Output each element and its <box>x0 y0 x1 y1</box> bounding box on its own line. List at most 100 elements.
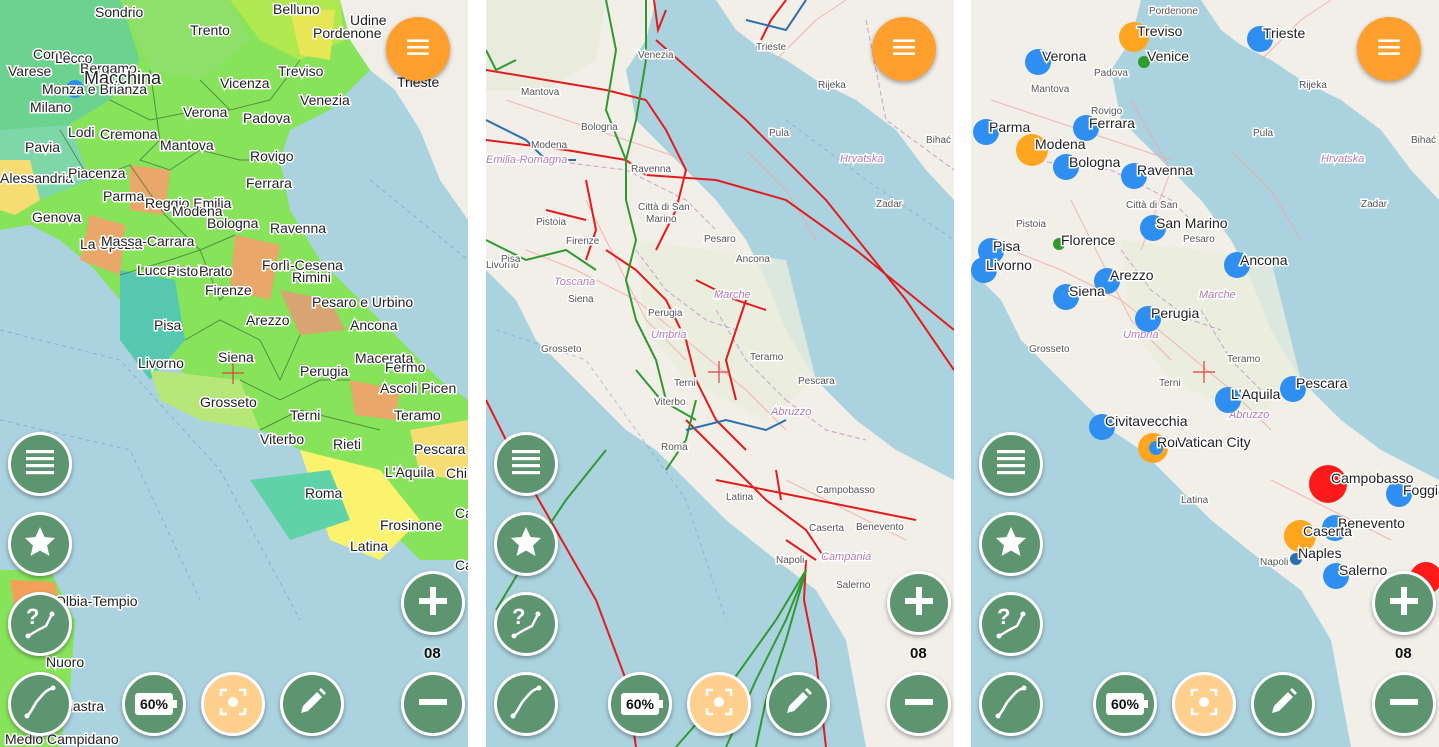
svg-text:Bologna: Bologna <box>1069 154 1121 170</box>
svg-text:?: ? <box>997 604 1010 629</box>
svg-text:Piacenza: Piacenza <box>68 165 126 181</box>
svg-text:Campobasso: Campobasso <box>816 485 875 496</box>
svg-text:Rovigo: Rovigo <box>250 148 294 164</box>
svg-text:Roma: Roma <box>661 442 688 453</box>
map-panel-poi[interactable]: Pordenone Hrvatska Rijeka Pula Bihać Zad… <box>971 0 1439 747</box>
svg-text:San Marino: San Marino <box>1156 215 1228 231</box>
svg-text:Arezzo: Arezzo <box>246 312 290 328</box>
svg-text:Cremona: Cremona <box>100 126 158 142</box>
province-map[interactable]: Sondrio Belluno Udine Trento Pordenone C… <box>0 0 468 747</box>
menu-fab-button[interactable] <box>872 17 936 81</box>
hamburger-icon <box>405 34 431 65</box>
track-button[interactable] <box>8 672 72 736</box>
zoom-out-button[interactable] <box>1372 672 1436 736</box>
favorites-button[interactable] <box>494 512 558 576</box>
route-help-button[interactable]: ? <box>8 592 72 656</box>
svg-text:Teramo: Teramo <box>750 352 784 363</box>
svg-text:Napoli: Napoli <box>1260 557 1288 568</box>
svg-text:Ancona: Ancona <box>1240 252 1288 268</box>
svg-text:Abruzzo: Abruzzo <box>770 406 811 418</box>
menu-fab-button[interactable] <box>386 17 450 81</box>
svg-text:Rijeka: Rijeka <box>818 80 846 91</box>
svg-text:Pordenone: Pordenone <box>313 25 382 41</box>
svg-text:Mantova: Mantova <box>1031 84 1070 95</box>
svg-text:Mantova: Mantova <box>160 137 214 153</box>
battery-button[interactable]: 60% <box>122 672 186 736</box>
map-panel-railways[interactable]: Venezia Trieste Rijeka Pula Hrvatska Bih… <box>486 0 954 747</box>
svg-text:Siena: Siena <box>218 349 254 365</box>
svg-text:Bologna: Bologna <box>581 122 618 133</box>
route-help-button[interactable]: ? <box>979 592 1043 656</box>
svg-text:Massa-Carrara: Massa-Carrara <box>101 233 195 249</box>
svg-text:Ravenna: Ravenna <box>631 164 671 175</box>
zoom-out-button[interactable] <box>887 672 951 736</box>
zoom-in-button[interactable] <box>1372 571 1436 635</box>
svg-text:Frosinone: Frosinone <box>380 517 442 533</box>
favorites-button[interactable] <box>8 512 72 576</box>
svg-text:Florence: Florence <box>1061 232 1116 248</box>
svg-text:Pescara: Pescara <box>1296 375 1348 391</box>
svg-text:Caserta: Caserta <box>1303 523 1352 539</box>
svg-text:Caserta: Caserta <box>809 523 844 534</box>
svg-text:Siena: Siena <box>568 294 594 305</box>
svg-text:Salerno: Salerno <box>1339 562 1387 578</box>
hamburger-icon <box>1376 34 1402 65</box>
svg-text:Padova: Padova <box>243 110 291 126</box>
svg-text:Città di San: Città di San <box>1126 200 1178 211</box>
layers-button[interactable] <box>8 432 72 496</box>
svg-text:Alessandria: Alessandria <box>0 170 73 186</box>
poi-map[interactable]: Pordenone Hrvatska Rijeka Pula Bihać Zad… <box>971 0 1439 747</box>
svg-text:Zadar: Zadar <box>1361 199 1388 210</box>
pencil-icon <box>778 682 818 727</box>
svg-text:Pisa: Pisa <box>993 238 1020 254</box>
zoom-in-button[interactable] <box>887 571 951 635</box>
svg-text:Treviso: Treviso <box>278 63 324 79</box>
svg-text:Pesaro e Urbino: Pesaro e Urbino <box>312 294 413 310</box>
zoom-out-button[interactable] <box>401 672 465 736</box>
svg-text:Bihać: Bihać <box>1411 135 1436 146</box>
svg-text:Sondrio: Sondrio <box>95 4 143 20</box>
locate-button[interactable] <box>1172 672 1236 736</box>
zoom-in-button[interactable] <box>401 571 465 635</box>
locate-button[interactable] <box>201 672 265 736</box>
track-button[interactable] <box>494 672 558 736</box>
svg-text:Siena: Siena <box>1069 283 1105 299</box>
layers-icon <box>506 442 546 487</box>
svg-text:Monza e Brianza: Monza e Brianza <box>42 81 147 97</box>
question-route-icon: ? <box>506 602 546 647</box>
svg-text:Chi: Chi <box>446 465 467 481</box>
svg-text:Pavia: Pavia <box>25 139 60 155</box>
svg-text:Vatican City: Vatican City <box>1177 434 1251 450</box>
svg-text:Parma: Parma <box>989 119 1030 135</box>
hamburger-icon <box>891 34 917 65</box>
edit-button[interactable] <box>1251 672 1315 736</box>
svg-text:Vicenza: Vicenza <box>220 75 270 91</box>
battery-button[interactable]: 60% <box>608 672 672 736</box>
layers-button[interactable] <box>979 432 1043 496</box>
battery-button[interactable]: 60% <box>1093 672 1157 736</box>
svg-text:Verona: Verona <box>1042 48 1087 64</box>
svg-text:Terni: Terni <box>290 407 320 423</box>
svg-text:Viterbo: Viterbo <box>654 397 686 408</box>
layers-button[interactable] <box>494 432 558 496</box>
svg-text:Emilia-Romagna: Emilia-Romagna <box>486 154 567 166</box>
menu-fab-button[interactable] <box>1357 17 1421 81</box>
pencil-icon <box>292 682 332 727</box>
svg-text:Rieti: Rieti <box>333 436 361 452</box>
svg-text:Pula: Pula <box>1253 128 1273 139</box>
edit-button[interactable] <box>766 672 830 736</box>
railway-map[interactable]: Venezia Trieste Rijeka Pula Hrvatska Bih… <box>486 0 954 747</box>
svg-text:Genova: Genova <box>32 209 81 225</box>
edit-button[interactable] <box>280 672 344 736</box>
star-icon <box>20 522 60 567</box>
svg-text:Perugia: Perugia <box>300 363 348 379</box>
svg-text:Venezia: Venezia <box>638 50 674 61</box>
svg-text:Trieste: Trieste <box>1263 25 1305 41</box>
route-help-button[interactable]: ? <box>494 592 558 656</box>
svg-text:Ancona: Ancona <box>350 317 398 333</box>
locate-button[interactable] <box>687 672 751 736</box>
favorites-button[interactable] <box>979 512 1043 576</box>
svg-text:Prato: Prato <box>199 263 233 279</box>
map-panel-provinces[interactable]: Sondrio Belluno Udine Trento Pordenone C… <box>0 0 468 747</box>
track-button[interactable] <box>979 672 1043 736</box>
